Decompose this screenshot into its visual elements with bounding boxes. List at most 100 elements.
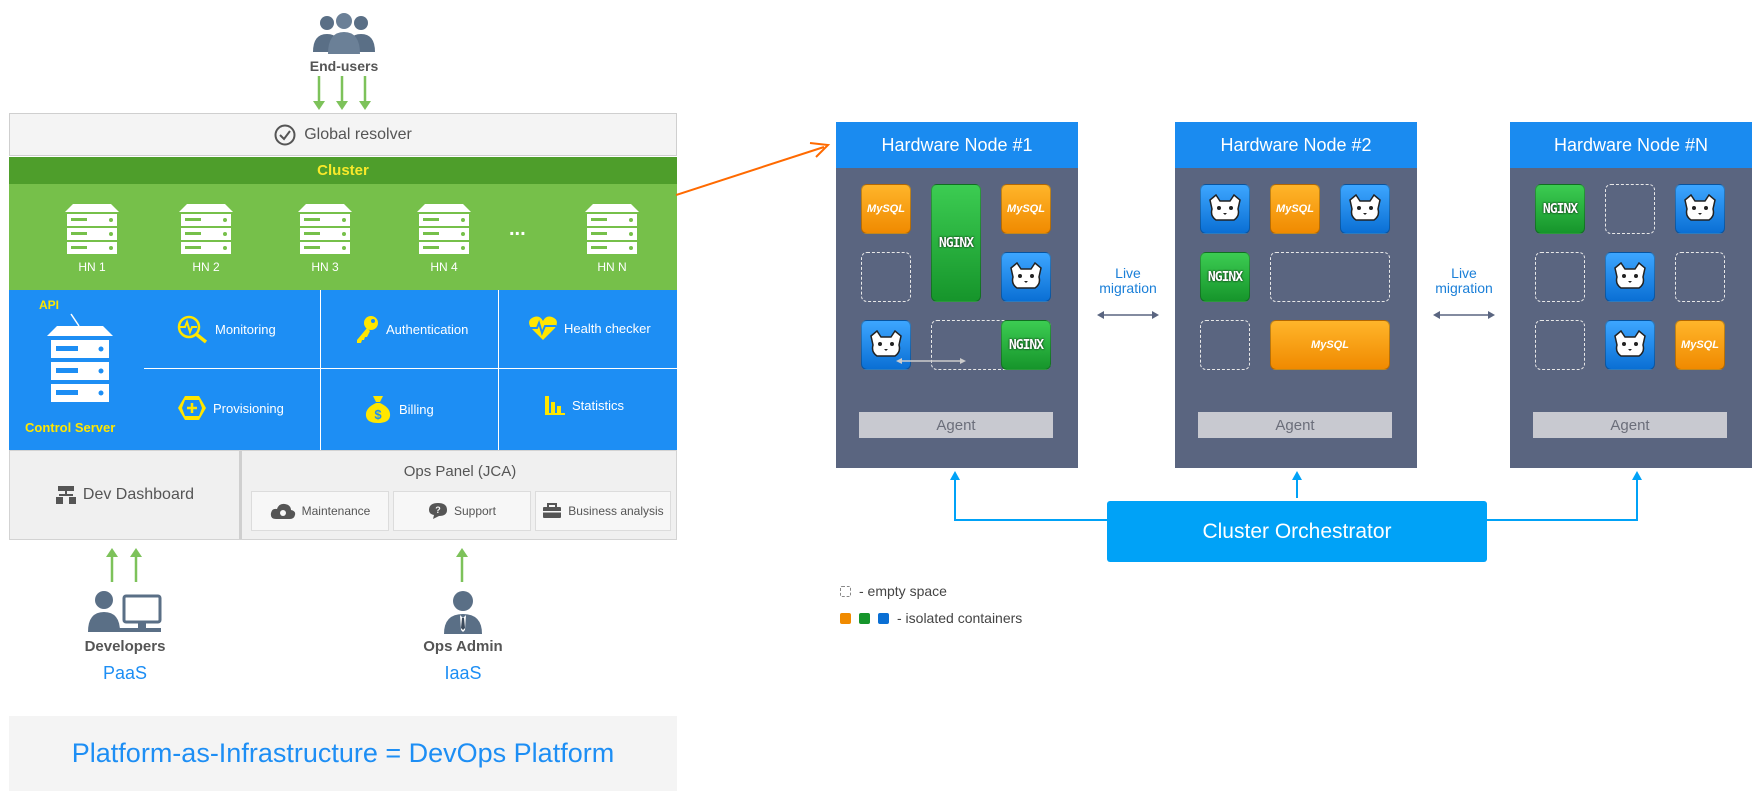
cloud-wrench-icon bbox=[270, 503, 295, 519]
hn-ellipsis: ... bbox=[509, 218, 526, 240]
tomcat-container bbox=[1200, 184, 1250, 234]
hexagon-plus-icon bbox=[178, 396, 206, 420]
dev-dashboard-label: Dev Dashboard bbox=[82, 486, 195, 503]
money-bag-icon: $ bbox=[365, 396, 391, 423]
svg-text:$: $ bbox=[374, 407, 382, 422]
users-icon bbox=[313, 13, 375, 54]
ops-admin-arrow bbox=[456, 548, 468, 582]
tomcat-container bbox=[1605, 320, 1655, 370]
iaas-label: IaaS bbox=[444, 663, 482, 683]
nginx-icon: NGINX bbox=[1542, 201, 1578, 217]
end-users-group: End-users bbox=[290, 8, 398, 78]
legend-empty-text: - empty space bbox=[859, 583, 947, 599]
cluster-to-node-arrow bbox=[676, 142, 831, 196]
mysql-icon: MySQL bbox=[867, 203, 905, 215]
hardware-node-3: HN 3 bbox=[290, 196, 360, 286]
end-users-label: End-users bbox=[309, 58, 379, 74]
global-resolver-label: Global resolver bbox=[304, 125, 412, 143]
legend-empty: - empty space bbox=[840, 583, 947, 599]
heart-pulse-icon bbox=[529, 316, 557, 340]
mysql-container: MySQL bbox=[1270, 184, 1320, 234]
maintenance-button[interactable]: Maintenance bbox=[251, 491, 389, 531]
empty-swatch bbox=[840, 585, 851, 597]
developer-arrows bbox=[106, 548, 142, 582]
tomcat-container bbox=[1001, 252, 1051, 302]
button-label: Business analysis bbox=[568, 504, 664, 518]
mysql-container: MySQL bbox=[861, 184, 911, 234]
empty-slot bbox=[861, 252, 911, 302]
global-resolver: Global resolver bbox=[9, 113, 677, 156]
hardware-node-1-box: Hardware Node #1 MySQL NGINX MySQL NGINX… bbox=[836, 122, 1078, 468]
empty-slot bbox=[1270, 252, 1390, 302]
agent-bar: Agent bbox=[1198, 412, 1392, 438]
tomcat-container bbox=[1675, 184, 1725, 234]
service-health-checker: Health checker bbox=[528, 314, 651, 342]
cluster-orchestrator: Cluster Orchestrator bbox=[1107, 501, 1487, 562]
tomcat-icon bbox=[1209, 194, 1241, 221]
resize-arrow bbox=[896, 358, 966, 364]
bar-chart-icon bbox=[545, 396, 565, 415]
empty-slot bbox=[1675, 252, 1725, 302]
nginx-container: NGINX bbox=[1001, 320, 1051, 370]
legend-isolated: - isolated containers bbox=[840, 610, 1022, 626]
service-label: Authentication bbox=[386, 321, 469, 337]
support-button[interactable]: ? Support bbox=[393, 491, 531, 531]
service-authentication: Authentication bbox=[354, 314, 468, 344]
dev-dashboard[interactable]: Dev Dashboard bbox=[10, 451, 242, 539]
server-icon bbox=[179, 204, 233, 254]
key-icon bbox=[357, 316, 378, 343]
double-arrow-icon bbox=[1097, 311, 1159, 319]
service-label: Health checker bbox=[564, 320, 651, 336]
empty-slot bbox=[1200, 320, 1250, 370]
green-swatch bbox=[859, 612, 870, 624]
mysql-container: MySQL bbox=[1675, 320, 1725, 370]
nginx-container: NGINX bbox=[931, 184, 981, 302]
server-icon bbox=[65, 204, 119, 254]
ops-admin-label: Ops Admin bbox=[423, 638, 503, 655]
legend-isolated-text: - isolated containers bbox=[897, 610, 1023, 626]
business-analysis-button[interactable]: Business analysis bbox=[535, 491, 671, 531]
developer-desk-icon bbox=[88, 591, 162, 632]
hardware-node-label: HN 2 bbox=[192, 260, 220, 274]
nginx-container: NGINX bbox=[1200, 252, 1250, 302]
hardware-node-1: HN 1 bbox=[57, 196, 127, 286]
cluster-header: Cluster bbox=[9, 157, 677, 184]
tomcat-container bbox=[1605, 252, 1655, 302]
server-icon bbox=[298, 204, 352, 254]
hardware-node-n-box: Hardware Node #N NGINX MySQL Agent bbox=[1510, 122, 1752, 468]
hardware-node-label: HN N bbox=[597, 260, 627, 274]
service-statistics: Statistics bbox=[544, 394, 624, 416]
briefcase-icon bbox=[543, 503, 562, 518]
node-title: Hardware Node #N bbox=[1510, 122, 1752, 168]
puzzle-divider bbox=[320, 290, 321, 450]
nginx-icon: NGINX bbox=[1008, 337, 1044, 353]
ops-panel-title: Ops Panel (JCA) bbox=[403, 463, 517, 480]
service-label: Billing bbox=[399, 401, 434, 417]
mysql-icon: MySQL bbox=[1681, 339, 1719, 351]
mysql-icon: MySQL bbox=[1311, 339, 1349, 351]
puzzle-divider bbox=[498, 290, 499, 450]
empty-slot bbox=[1605, 184, 1655, 234]
server-icon bbox=[585, 204, 639, 254]
tomcat-icon bbox=[1614, 262, 1646, 289]
service-billing: $ Billing bbox=[363, 394, 434, 424]
control-services-panel: API Control Server Monitoring Authentica… bbox=[9, 290, 677, 450]
mysql-container: MySQL bbox=[1001, 184, 1051, 234]
tomcat-icon bbox=[1684, 194, 1716, 221]
dashboards-panel: Dev Dashboard Ops Panel (JCA) Maintenanc… bbox=[9, 450, 677, 540]
api-label: API bbox=[39, 298, 60, 312]
svg-text:?: ? bbox=[435, 505, 441, 515]
mysql-icon: MySQL bbox=[1276, 203, 1314, 215]
nginx-icon: NGINX bbox=[938, 235, 974, 251]
node-title: Hardware Node #1 bbox=[836, 122, 1078, 168]
mysql-container: MySQL bbox=[1270, 320, 1390, 370]
puzzle-divider bbox=[144, 368, 677, 369]
nginx-icon: NGINX bbox=[1207, 269, 1243, 285]
hardware-nodes-row: HN 1 HN 2 HN 3 HN 4 ... HN N bbox=[9, 184, 677, 290]
end-user-arrows bbox=[313, 76, 371, 110]
tomcat-container bbox=[1340, 184, 1390, 234]
button-label: Support bbox=[453, 504, 497, 518]
service-label: Statistics bbox=[572, 397, 625, 413]
control-server-label: Control Server bbox=[25, 420, 116, 435]
empty-slot bbox=[1535, 252, 1585, 302]
